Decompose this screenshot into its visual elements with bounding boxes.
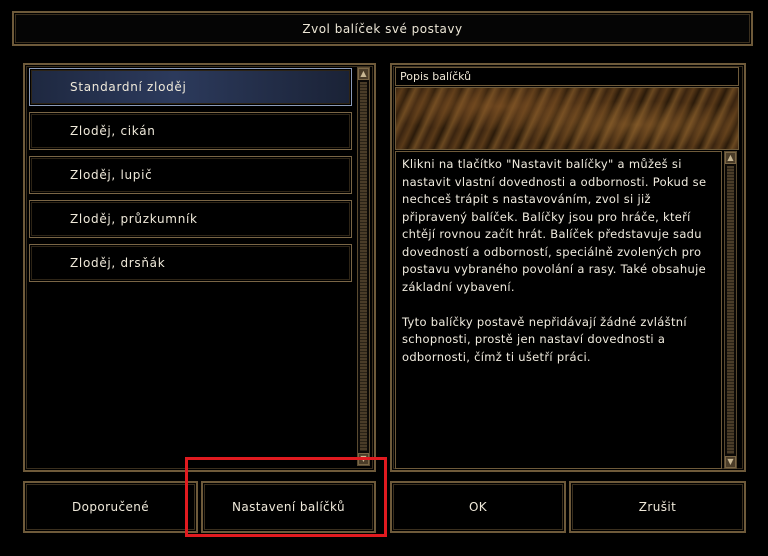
list-item-scout-thief[interactable]: Zloděj, průzkumník (29, 200, 352, 238)
cancel-button-label: Zrušit (638, 500, 677, 514)
arrow-up-icon[interactable]: ▲ (358, 68, 369, 80)
description-scrollbar[interactable]: ▲ ▼ (724, 151, 737, 469)
list-item-gypsy-thief[interactable]: Zloděj, cikán (29, 112, 352, 150)
arrow-down-icon[interactable]: ▼ (725, 456, 736, 468)
description-header: Popis balíčků (395, 67, 739, 86)
scroll-track[interactable] (360, 82, 367, 451)
description-header-label: Popis balíčků (400, 70, 472, 83)
list-item-label: Zloděj, drsňák (70, 256, 166, 270)
package-list-panel: Standardní zloděj Zloděj, cikán Zloděj, … (23, 63, 376, 472)
package-settings-button[interactable]: Nastavení balíčků (201, 481, 376, 533)
recommended-button-label: Doporučené (71, 500, 150, 514)
package-settings-button-label: Nastavení balíčků (231, 500, 346, 514)
recommended-button[interactable]: Doporučené (23, 481, 198, 533)
scroll-track[interactable] (727, 166, 734, 454)
dialog-title: Zvol balíček své postavy (302, 22, 463, 36)
cancel-button[interactable]: Zrušit (569, 481, 746, 533)
decorative-banner-image (395, 87, 739, 150)
description-text: Klikni na tlačítko "Nastavit balíčky" a … (395, 151, 722, 469)
list-item-label: Standardní zloděj (70, 80, 187, 94)
list-item-tough-thief[interactable]: Zloděj, drsňák (29, 244, 352, 282)
ok-button[interactable]: OK (390, 481, 566, 533)
list-item-robber-thief[interactable]: Zloděj, lupič (29, 156, 352, 194)
arrow-down-icon[interactable]: ▼ (358, 453, 369, 465)
list-scrollbar[interactable]: ▲ ▼ (357, 67, 370, 466)
list-item-label: Zloděj, průzkumník (70, 212, 198, 226)
description-paragraph-2: Tyto balíčky postavě nepřidávají žádné z… (402, 314, 687, 364)
arrow-up-icon[interactable]: ▲ (725, 152, 736, 164)
list-item-label: Zloděj, lupič (70, 168, 153, 182)
list-item-standard-thief[interactable]: Standardní zloděj (29, 68, 352, 106)
description-panel: Popis balíčků Klikni na tlačítko "Nastav… (390, 63, 746, 472)
description-paragraph-1: Klikni na tlačítko "Nastavit balíčky" a … (402, 157, 707, 294)
list-item-label: Zloděj, cikán (70, 124, 156, 138)
ok-button-label: OK (468, 500, 488, 514)
dialog-title-bar: Zvol balíček své postavy (12, 11, 753, 46)
